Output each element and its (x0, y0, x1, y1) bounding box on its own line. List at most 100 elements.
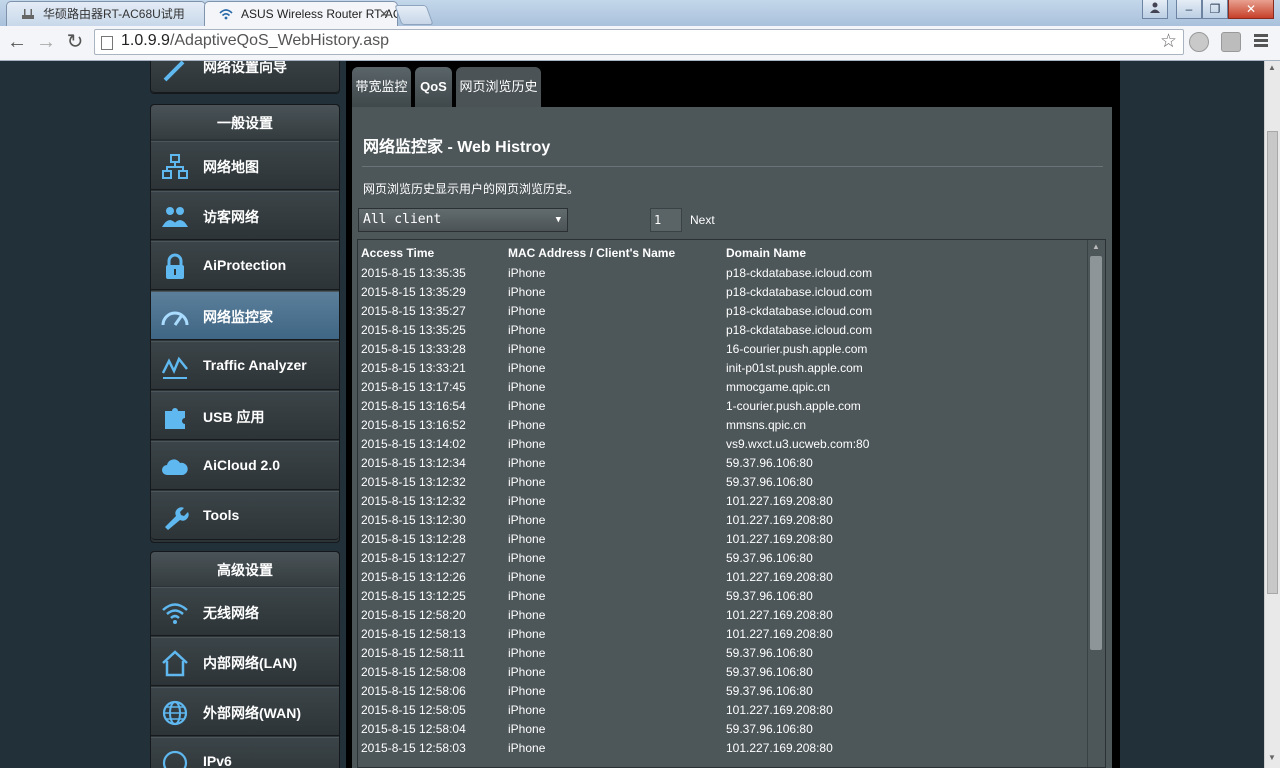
domain-name-cell: 101.227.169.208:80 (726, 702, 833, 717)
page-scrollbar-thumb[interactable] (1267, 131, 1278, 594)
tab-qos[interactable]: QoS (415, 67, 452, 107)
new-tab-button[interactable] (394, 5, 434, 25)
scroll-up-arrow-icon[interactable]: ▲ (1092, 242, 1100, 251)
client-name-cell: iPhone (508, 398, 546, 413)
client-filter-value: All client (363, 212, 442, 227)
page-scroll-down-icon[interactable]: ▼ (1268, 753, 1276, 762)
tab-bandwidth-monitor[interactable]: 带宽监控 (352, 67, 411, 107)
advanced-settings-header: 高级设置 (151, 552, 339, 586)
address-bar[interactable]: 1.0.9.9/AdaptiveQoS_WebHistory.asp ☆ (94, 29, 1184, 55)
advanced-settings-block: 高级设置 无线网络 内部网络(LAN) 外部网络(WAN) IPv6 (150, 551, 340, 768)
sidebar-item-wireless[interactable]: 无线网络 (151, 587, 339, 636)
domain-name-cell: mmocgame.qpic.cn (726, 379, 831, 394)
client-name-cell: iPhone (508, 645, 546, 660)
client-name-cell: iPhone (508, 417, 546, 432)
client-name-cell: iPhone (508, 588, 546, 603)
client-name-cell: iPhone (508, 550, 546, 565)
domain-name-cell: 59.37.96.106:80 (726, 550, 813, 565)
sidebar-item-aiprotection[interactable]: AiProtection (151, 241, 339, 290)
sidebar-item-guest-network[interactable]: 访客网络 (151, 191, 339, 240)
domain-name-cell: 59.37.96.106:80 (726, 683, 813, 698)
back-button[interactable]: ← (4, 29, 30, 55)
sidebar-item-label: 内部网络(LAN) (203, 655, 298, 671)
list-scrollbar[interactable]: ▲ (1087, 240, 1105, 767)
puzzle-icon (165, 408, 185, 429)
url-text: 1.0.9.9/AdaptiveQoS_WebHistory.asp (121, 32, 389, 50)
sidebar-item-label: 外部网络(WAN) (203, 705, 301, 721)
domain-name-cell: p18-ckdatabase.icloud.com (726, 265, 873, 280)
domain-name-cell: mmsns.qpic.cn (726, 417, 807, 432)
chrome-menu-icon[interactable] (1254, 34, 1268, 49)
page-number-input[interactable]: 1 (650, 208, 682, 232)
access-time-cell: 2015-8-15 13:16:52 (361, 417, 466, 432)
reload-button[interactable]: ↻ (62, 29, 88, 55)
column-header-access-time: Access Time (361, 245, 435, 260)
sidebar-item-traffic-analyzer[interactable]: Traffic Analyzer (151, 341, 339, 390)
web-history-list: Access Time MAC Address / Client's Name … (357, 239, 1106, 768)
extension-globe-icon[interactable] (1189, 32, 1209, 52)
web-history-panel: 网络监控家 - Web Histroy 网页浏览历史显示用户的网页浏览历史。 A… (352, 107, 1112, 768)
table-row: 2015-8-15 13:12:25 iPhone 59.37.96.106:80 (361, 586, 1086, 605)
access-time-cell: 2015-8-15 13:16:54 (361, 398, 466, 413)
table-row: 2015-8-15 13:12:32 iPhone 59.37.96.106:80 (361, 472, 1086, 491)
client-name-cell: iPhone (508, 626, 546, 641)
client-name-cell: iPhone (508, 474, 546, 489)
gauge-icon (161, 311, 189, 326)
client-name-cell: iPhone (508, 702, 546, 717)
network-map-icon (162, 154, 188, 179)
table-row: 2015-8-15 13:35:27 iPhone p18-ckdatabase.i… (361, 301, 1086, 320)
domain-name-cell: 101.227.169.208:80 (726, 607, 833, 622)
list-scrollbar-thumb[interactable] (1090, 256, 1102, 650)
browser-tab-strip: 华硕路由器RT-AC68U试用 ASUS Wireless Router RT-… (0, 0, 1280, 26)
table-row: 2015-8-15 13:17:45 iPhone mmocgame.qpic.cn (361, 377, 1086, 396)
client-filter-select[interactable]: All client ▼ (358, 208, 568, 232)
sidebar-item-ipv6[interactable]: IPv6 (151, 737, 339, 768)
router-sidebar: 网络设置向导 一般设置 网络地图 访客网络 AiProtection 网络监控家 (150, 61, 340, 768)
page-scrollbar[interactable]: ▲ ▼ (1264, 61, 1280, 768)
access-time-cell: 2015-8-15 12:58:03 (361, 740, 466, 755)
sidebar-item-label: AiCloud 2.0 (203, 457, 281, 473)
browser-tab-asus-router[interactable]: ASUS Wireless Router RT-AC68U ✕ (204, 1, 398, 26)
url-host: 1.0.9.9 (121, 32, 170, 49)
sidebar-item-usb[interactable]: USB 应用 (151, 391, 339, 440)
table-row: 2015-8-15 13:16:54 iPhone 1-courier.push.a… (361, 396, 1086, 415)
page-title: 网络监控家 - Web Histroy (363, 139, 551, 156)
client-name-cell: iPhone (508, 683, 546, 698)
client-name-cell: iPhone (508, 322, 546, 337)
forward-button[interactable]: → (33, 29, 59, 55)
domain-name-cell: 101.227.169.208:80 (726, 626, 833, 641)
tab-web-history[interactable]: 网页浏览历史 (456, 67, 541, 107)
sidebar-item-label: USB 应用 (203, 409, 265, 425)
sidebar-item-network-map[interactable]: 网络地图 (151, 141, 339, 190)
sidebar-item-label: 网络设置向导 (203, 61, 287, 75)
browser-toolbar: ← → ↻ 1.0.9.9/AdaptiveQoS_WebHistory.asp… (0, 26, 1280, 61)
sidebar-item-quick-setup[interactable]: 网络设置向导 (151, 61, 339, 93)
sidebar-item-adaptive-qos[interactable]: 网络监控家 (151, 291, 339, 340)
sidebar-item-tools[interactable]: Tools (151, 491, 339, 540)
domain-name-cell: 101.227.169.208:80 (726, 531, 833, 546)
table-row: 2015-8-15 12:58:11 iPhone 59.37.96.106:80 (361, 643, 1086, 662)
close-tab-icon[interactable]: ✕ (379, 2, 389, 26)
maximize-button[interactable]: ❐ (1202, 0, 1228, 19)
client-name-cell: iPhone (508, 360, 546, 375)
access-time-cell: 2015-8-15 13:35:29 (361, 284, 466, 299)
user-profile-button[interactable] (1142, 0, 1168, 19)
minimize-button[interactable]: – (1176, 0, 1202, 19)
access-time-cell: 2015-8-15 12:58:06 (361, 683, 466, 698)
sidebar-item-lan[interactable]: 内部网络(LAN) (151, 637, 339, 686)
sidebar-item-label: 网络监控家 (203, 309, 273, 325)
table-row: 2015-8-15 13:35:35 iPhone p18-ckdatabase.i… (361, 263, 1086, 282)
sidebar-item-wan[interactable]: 外部网络(WAN) (151, 687, 339, 736)
browser-tab-asus-review[interactable]: 华硕路由器RT-AC68U试用 (6, 1, 206, 26)
domain-name-cell: 1-courier.push.apple.com (726, 398, 861, 413)
page-scroll-up-icon[interactable]: ▲ (1268, 63, 1276, 72)
table-row: 2015-8-15 13:16:52 iPhone mmsns.qpic.cn (361, 415, 1086, 434)
client-name-cell: iPhone (508, 284, 546, 299)
table-row: 2015-8-15 13:33:21 iPhone init-p01st.push.… (361, 358, 1086, 377)
bookmark-star-icon[interactable]: ☆ (1160, 30, 1177, 53)
sidebar-item-aicloud[interactable]: AiCloud 2.0 (151, 441, 339, 490)
close-window-button[interactable]: ✕ (1228, 0, 1274, 19)
next-page-button[interactable]: Next (690, 213, 715, 227)
router-favicon-icon (22, 9, 34, 19)
extension-cast-icon[interactable] (1221, 32, 1241, 52)
